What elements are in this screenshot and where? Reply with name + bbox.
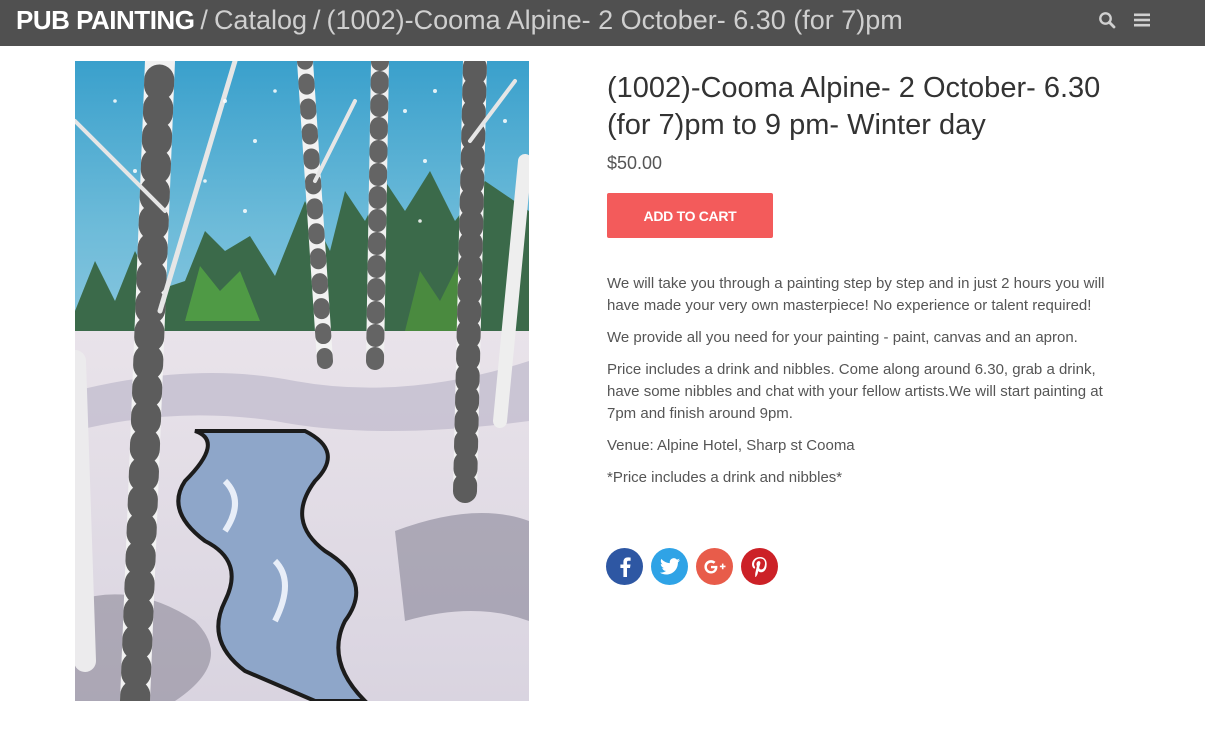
social-share bbox=[606, 548, 778, 585]
brand-logo-link[interactable]: PUB PAINTING bbox=[16, 5, 195, 36]
description-paragraph: *Price includes a drink and nibbles* bbox=[607, 469, 843, 486]
breadcrumb-current: (1002)-Cooma Alpine- 2 October- 6.30 (fo… bbox=[326, 5, 903, 35]
twitter-icon[interactable] bbox=[651, 548, 688, 585]
breadcrumb-separator: / bbox=[313, 5, 321, 35]
product-details: (1002)-Cooma Alpine- 2 October- 6.30 (fo… bbox=[607, 70, 1117, 499]
product-price: $50.00 bbox=[607, 153, 663, 173]
add-to-cart-button[interactable]: ADD TO CART bbox=[607, 193, 773, 238]
google-plus-icon[interactable] bbox=[696, 548, 733, 585]
menu-icon[interactable] bbox=[1133, 11, 1151, 29]
product-description: We will take you through a painting step… bbox=[607, 273, 1117, 489]
description-paragraph: Price includes a drink and nibbles. Come… bbox=[607, 361, 1103, 422]
facebook-icon[interactable] bbox=[606, 548, 643, 585]
product-image[interactable] bbox=[75, 61, 529, 701]
pinterest-icon[interactable] bbox=[741, 548, 778, 585]
breadcrumb-catalog-link[interactable]: Catalog bbox=[214, 5, 307, 36]
breadcrumb-separator: / bbox=[200, 5, 208, 35]
painting-illustration bbox=[75, 61, 529, 701]
description-paragraph: We provide all you need for your paintin… bbox=[607, 329, 1078, 346]
top-icons bbox=[1098, 11, 1151, 29]
top-bar: PUB PAINTING / Catalog / (1002)-Cooma Al… bbox=[0, 0, 1205, 46]
search-icon[interactable] bbox=[1098, 11, 1116, 29]
description-paragraph: Venue: Alpine Hotel, Sharp st Cooma bbox=[607, 437, 855, 454]
product-title: (1002)-Cooma Alpine- 2 October- 6.30 (fo… bbox=[607, 72, 1101, 141]
breadcrumb: PUB PAINTING / Catalog / (1002)-Cooma Al… bbox=[16, 5, 903, 36]
description-paragraph: We will take you through a painting step… bbox=[607, 275, 1105, 314]
